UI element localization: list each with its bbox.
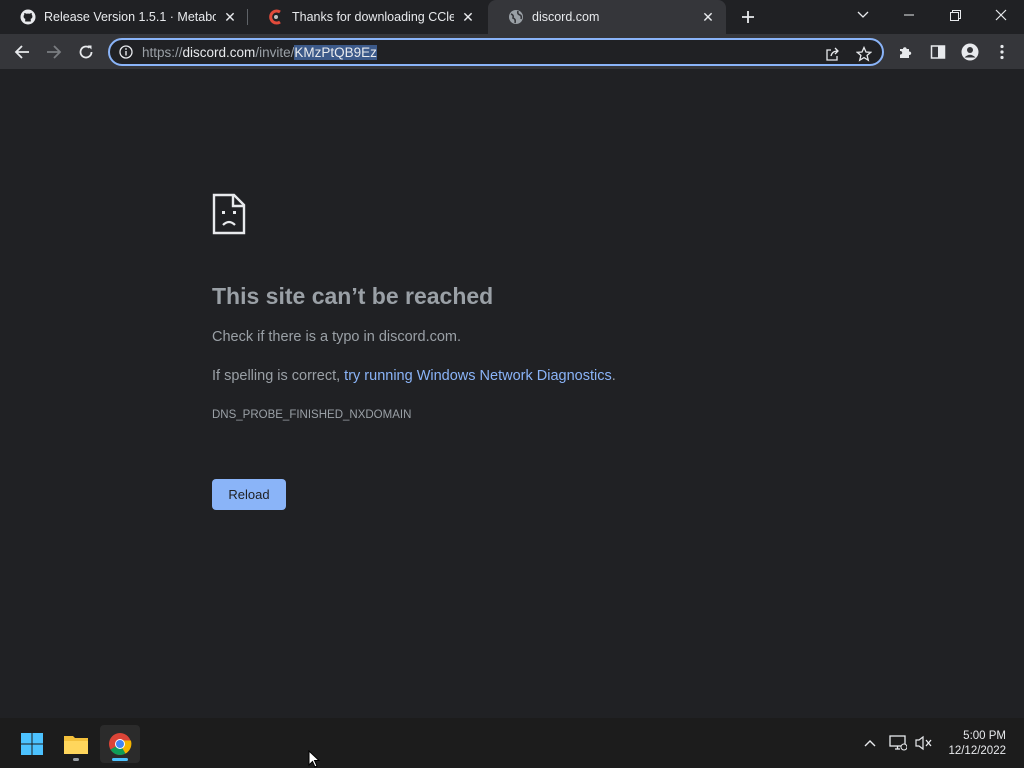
refresh-button[interactable]: [72, 38, 100, 66]
start-button[interactable]: [12, 725, 52, 763]
system-clock[interactable]: 5:00 PM 12/12/2022: [948, 729, 1006, 759]
forward-arrow-icon: [47, 45, 62, 59]
tab-ccleaner[interactable]: Thanks for downloading CCleaner ✕: [248, 0, 486, 34]
clock-time: 5:00 PM: [963, 730, 1006, 742]
browser-toolbar: https://discord.com/invite/KMzPtQB9Ez: [0, 34, 1024, 70]
close-icon[interactable]: ✕: [222, 9, 238, 25]
close-window-button[interactable]: [978, 0, 1024, 30]
chevron-up-icon[interactable]: [860, 733, 880, 753]
back-button[interactable]: [8, 38, 36, 66]
chrome-button[interactable]: [100, 725, 140, 763]
mouse-cursor-icon: [308, 749, 322, 768]
globe-icon: [508, 9, 524, 25]
back-arrow-icon: [14, 45, 29, 59]
network-icon[interactable]: [888, 733, 908, 753]
close-icon[interactable]: ✕: [700, 9, 716, 25]
address-bar[interactable]: https://discord.com/invite/KMzPtQB9Ez: [108, 38, 884, 66]
minimize-button[interactable]: [886, 0, 932, 30]
tab-title: Release Version 1.5.1 · Metabolix: [44, 10, 216, 24]
error-code: DNS_PROBE_FINISHED_NXDOMAIN: [212, 409, 412, 421]
tab-github-release[interactable]: Release Version 1.5.1 · Metabolix ✕: [0, 0, 248, 34]
sad-page-icon: [212, 193, 246, 235]
new-tab-button[interactable]: [736, 5, 760, 29]
avatar-icon: [961, 43, 979, 61]
forward-button[interactable]: [40, 38, 68, 66]
tab-strip: Release Version 1.5.1 · Metabolix ✕ Than…: [0, 0, 1024, 34]
reload-button[interactable]: Reload: [212, 479, 286, 510]
windows-icon: [21, 733, 43, 755]
error-hint-diagnostics: If spelling is correct, try running Wind…: [212, 368, 616, 384]
info-icon[interactable]: [118, 44, 134, 60]
puzzle-icon: [900, 47, 912, 58]
ccleaner-icon: [268, 9, 284, 25]
tab-discord[interactable]: discord.com ✕: [488, 0, 726, 34]
bookmark-star-icon[interactable]: [854, 44, 874, 64]
file-explorer-button[interactable]: [56, 725, 96, 763]
running-indicator: [73, 758, 79, 761]
taskbar: 5:00 PM 12/12/2022: [0, 718, 1024, 768]
error-hint-typo: Check if there is a typo in discord.com.: [212, 329, 462, 345]
chrome-icon: [109, 733, 132, 755]
profile-button[interactable]: [956, 38, 984, 66]
restore-button[interactable]: [932, 0, 978, 30]
side-panel-icon: [930, 45, 946, 59]
side-panel-button[interactable]: [924, 38, 952, 66]
tab-title: Thanks for downloading CCleaner: [292, 10, 454, 24]
github-icon: [20, 9, 36, 25]
extensions-button[interactable]: [892, 38, 920, 66]
error-title: This site can’t be reached: [212, 283, 494, 309]
error-page: This site can’t be reached Check if ther…: [0, 71, 1024, 718]
tab-title: discord.com: [532, 10, 600, 24]
menu-button[interactable]: [988, 38, 1016, 66]
refresh-icon: [79, 45, 93, 59]
folder-icon: [64, 736, 88, 754]
url-text: https://discord.com/invite/KMzPtQB9Ez: [142, 44, 377, 60]
active-indicator: [112, 758, 128, 761]
volume-muted-icon[interactable]: [914, 733, 934, 753]
clock-date: 12/12/2022: [948, 745, 1006, 757]
close-icon[interactable]: ✕: [460, 9, 476, 25]
tab-search-button[interactable]: [840, 0, 886, 30]
kebab-menu-icon: [1000, 44, 1004, 60]
share-icon[interactable]: [822, 44, 842, 64]
diagnostics-link[interactable]: try running Windows Network Diagnostics: [344, 368, 612, 384]
url-selection: KMzPtQB9Ez: [294, 44, 377, 60]
